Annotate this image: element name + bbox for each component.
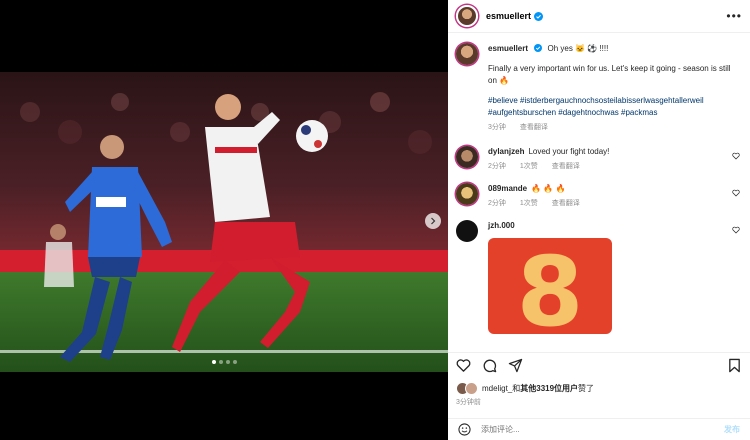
add-comment-input[interactable] bbox=[481, 425, 724, 434]
comment-like-heart-icon[interactable] bbox=[732, 226, 740, 234]
football-photo-illustration bbox=[0, 72, 448, 372]
likes-first-liker[interactable]: mdeligt_和 bbox=[482, 384, 520, 393]
post-media-area bbox=[0, 0, 448, 440]
comment-translate-link[interactable]: 查看翻译 bbox=[552, 200, 580, 207]
comment-meta: 2分钟 1次赞 查看翻译 bbox=[488, 198, 740, 210]
comment-item: dylanjzeh Loved your fight today! 2分钟 1次赞… bbox=[456, 146, 740, 173]
post-header: esmuellert ••• bbox=[448, 0, 750, 33]
carousel-dot bbox=[212, 360, 216, 364]
post-photo[interactable] bbox=[0, 72, 448, 372]
bookmark-save-icon[interactable] bbox=[727, 358, 742, 373]
author-avatar[interactable] bbox=[456, 5, 478, 27]
commenter-avatar[interactable] bbox=[456, 220, 478, 242]
carousel-dot bbox=[233, 360, 237, 364]
comment-like-heart-icon[interactable] bbox=[732, 189, 740, 197]
carousel-indicator bbox=[212, 360, 237, 364]
comment-image-number: 8 bbox=[516, 238, 584, 334]
emoji-smiley-icon[interactable] bbox=[458, 423, 471, 436]
comments-list: esmuellert Oh yes 🐱 ⚽ !!!! Finally a ver… bbox=[448, 33, 750, 348]
caption-body: esmuellert Oh yes 🐱 ⚽ !!!! Finally a ver… bbox=[488, 43, 740, 134]
caption-username[interactable]: esmuellert bbox=[488, 44, 528, 53]
post-actions-bar bbox=[448, 352, 750, 378]
carousel-dot bbox=[226, 360, 230, 364]
chevron-right-icon bbox=[431, 217, 436, 225]
comment-item: jzh.000 8 bbox=[456, 220, 740, 334]
author-username[interactable]: esmuellert bbox=[486, 11, 531, 21]
instagram-post-window: esmuellert ••• esmuellert Oh yes 🐱 ⚽ !!!… bbox=[0, 0, 750, 440]
commenter-avatar[interactable] bbox=[456, 146, 478, 168]
like-heart-icon[interactable] bbox=[456, 358, 471, 373]
caption-meta: 3分钟 查看翻译 bbox=[488, 122, 740, 134]
comment-translate-link[interactable]: 查看翻译 bbox=[552, 163, 580, 170]
likers-avatars bbox=[456, 382, 480, 395]
post-side-panel: esmuellert ••• esmuellert Oh yes 🐱 ⚽ !!!… bbox=[448, 0, 750, 440]
likes-text[interactable]: mdeligt_和其他3319位用户赞了 bbox=[482, 383, 594, 394]
caption-block: esmuellert Oh yes 🐱 ⚽ !!!! Finally a ver… bbox=[456, 43, 740, 134]
caption-text: Finally a very important win for us. Let… bbox=[488, 64, 731, 85]
comment-image[interactable]: 8 bbox=[488, 238, 612, 334]
commenter-avatar[interactable] bbox=[456, 183, 478, 205]
comment-body: jzh.000 8 bbox=[488, 220, 740, 334]
comment-item: 089mande 🔥 🔥 🔥 2分钟 1次赞 查看翻译 bbox=[456, 183, 740, 210]
carousel-dot bbox=[219, 360, 223, 364]
verified-badge-icon bbox=[534, 44, 543, 52]
more-options-button[interactable]: ••• bbox=[726, 9, 742, 23]
comment-time: 2分钟 bbox=[488, 200, 506, 207]
comment-text: Loved your fight today! bbox=[528, 147, 610, 156]
comment-text: 🔥 🔥 🔥 bbox=[531, 184, 566, 193]
commenter-username[interactable]: jzh.000 bbox=[488, 221, 515, 230]
comment-time: 2分钟 bbox=[488, 163, 506, 170]
post-comment-button[interactable]: 发布 bbox=[724, 424, 740, 435]
share-send-icon[interactable] bbox=[508, 358, 523, 373]
liker-avatar[interactable] bbox=[465, 382, 478, 395]
likes-others-count[interactable]: 其他3319位用户 bbox=[520, 384, 578, 393]
commenter-username[interactable]: dylanjzeh bbox=[488, 147, 524, 156]
carousel-next-button[interactable] bbox=[425, 213, 441, 229]
comment-body: dylanjzeh Loved your fight today! 2分钟 1次赞… bbox=[488, 146, 740, 173]
caption-hashtags[interactable]: #believe #istderbergauchnochsosteilabiss… bbox=[488, 95, 740, 119]
post-timestamp: 3分钟前 bbox=[456, 399, 481, 406]
caption-first-line: Oh yes 🐱 ⚽ !!!! bbox=[547, 44, 609, 53]
commenter-username[interactable]: 089mande bbox=[488, 184, 527, 193]
caption-time: 3分钟 bbox=[488, 124, 506, 131]
caption-translate-link[interactable]: 查看翻译 bbox=[520, 124, 548, 131]
add-comment-bar: 发布 bbox=[448, 418, 750, 440]
verified-badge-icon bbox=[534, 11, 544, 21]
comment-likes-count[interactable]: 1次赞 bbox=[520, 200, 538, 207]
likes-suffix: 赞了 bbox=[578, 384, 595, 393]
comment-meta: 2分钟 1次赞 查看翻译 bbox=[488, 161, 740, 173]
comment-body: 089mande 🔥 🔥 🔥 2分钟 1次赞 查看翻译 bbox=[488, 183, 740, 210]
likes-summary: mdeligt_和其他3319位用户赞了 bbox=[456, 382, 594, 395]
comment-likes-count[interactable]: 1次赞 bbox=[520, 163, 538, 170]
comment-bubble-icon[interactable] bbox=[482, 358, 497, 373]
comment-like-heart-icon[interactable] bbox=[732, 152, 740, 160]
caption-author-avatar[interactable] bbox=[456, 43, 478, 65]
